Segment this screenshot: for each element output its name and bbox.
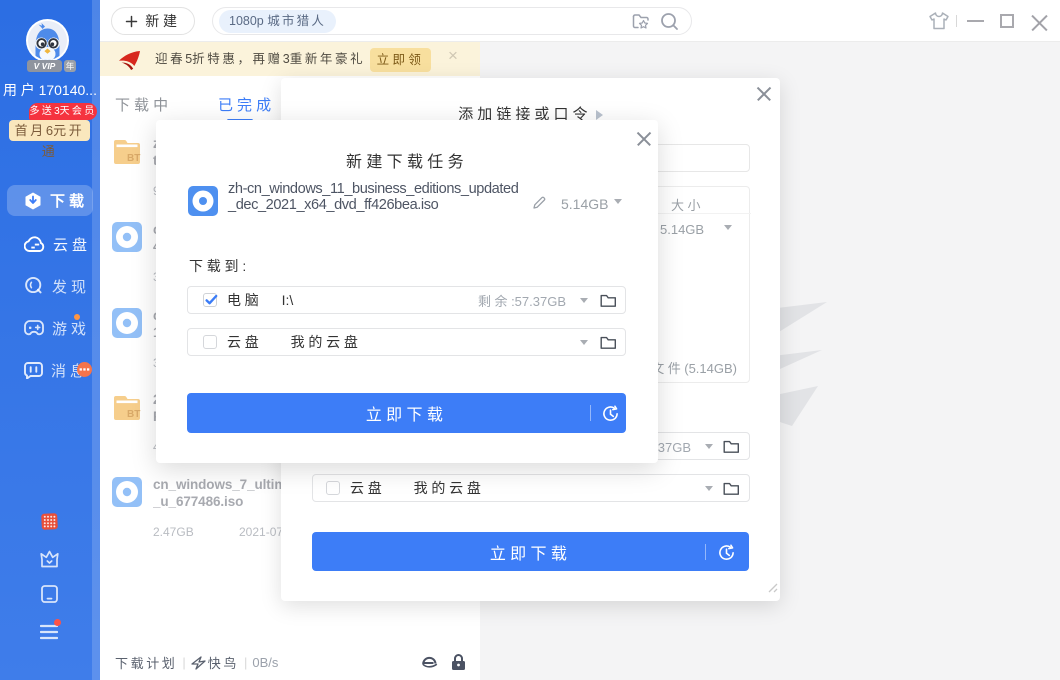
svg-text:BT: BT	[127, 153, 140, 164]
svg-text:BT: BT	[127, 409, 140, 420]
